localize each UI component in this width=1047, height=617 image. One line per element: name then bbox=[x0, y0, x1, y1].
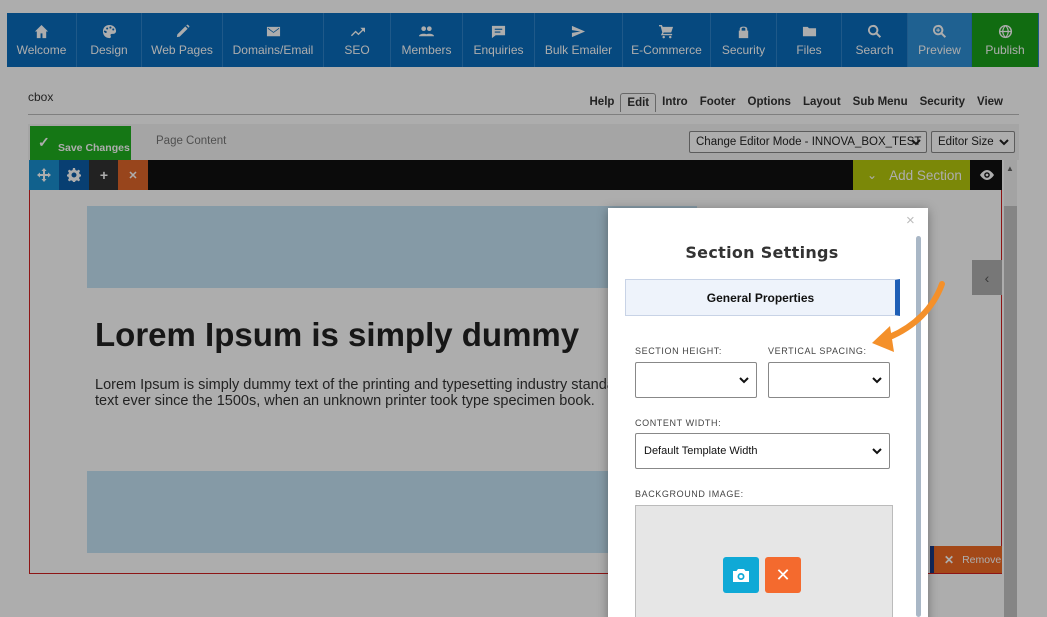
vertical-spacing-label: VERTICAL SPACING: bbox=[768, 346, 867, 356]
camera-icon bbox=[733, 568, 749, 582]
chevron-down-icon bbox=[872, 377, 882, 384]
background-image-label: BACKGROUND IMAGE: bbox=[635, 489, 744, 499]
content-width-value: Default Template Width bbox=[644, 445, 758, 457]
annotation-arrow-icon bbox=[872, 281, 945, 352]
cms-editor-page: Welcome Design Web Pages Domains/Email S… bbox=[0, 0, 1047, 617]
close-icon: ✕ bbox=[775, 564, 791, 585]
modal-title: Section Settings bbox=[685, 243, 839, 262]
chevron-down-icon bbox=[872, 448, 882, 455]
section-height-label: SECTION HEIGHT: bbox=[635, 346, 723, 356]
general-properties-tab[interactable]: General Properties bbox=[625, 279, 900, 316]
modal-close-button[interactable]: × bbox=[906, 212, 915, 229]
remove-image-button[interactable]: ✕ bbox=[765, 557, 801, 593]
content-width-label: CONTENT WIDTH: bbox=[635, 418, 722, 428]
vertical-spacing-select[interactable] bbox=[768, 362, 890, 398]
content-width-select[interactable]: Default Template Width bbox=[635, 433, 890, 469]
chevron-down-icon bbox=[739, 377, 749, 384]
section-height-select[interactable] bbox=[635, 362, 757, 398]
background-image-preview bbox=[635, 505, 893, 617]
select-image-button[interactable] bbox=[723, 557, 759, 593]
